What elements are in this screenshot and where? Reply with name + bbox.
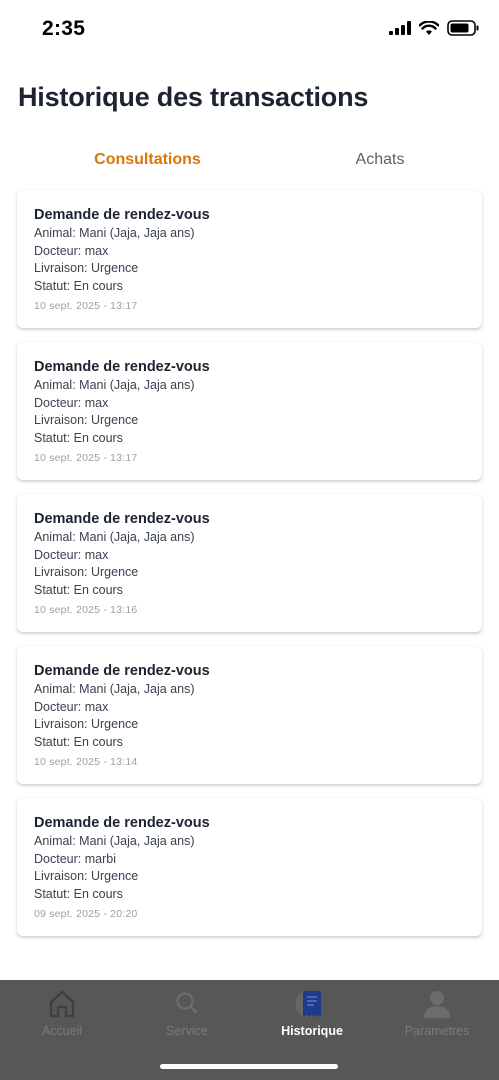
transaction-card[interactable]: Demande de rendez-vous Animal: Mani (Jaj… [17,190,482,328]
transaction-delivery: Livraison: Urgence [34,869,139,883]
transaction-date: 10 sept. 2025 - 13:17 [34,452,138,464]
transaction-date: 10 sept. 2025 - 13:16 [34,604,138,616]
transaction-delivery: Livraison: Urgence [34,261,139,275]
tab-consultations[interactable]: Consultations [60,151,235,169]
nav-label-parametres: Parametres [404,1024,470,1038]
transaction-card[interactable]: Demande de rendez-vous Animal: Mani (Jaj… [17,342,482,480]
transaction-status: Statut: En cours [34,278,123,293]
nav-item-service[interactable]: Service [125,988,249,1038]
transaction-animal: Animal: Mani (Jaja, Jaja ans) [34,378,195,392]
transaction-doctor: Docteur: max [34,243,109,258]
transaction-doctor: Docteur: marbi [34,851,116,866]
transaction-status: Statut: En cours [34,430,123,445]
transaction-status: Statut: En cours [34,734,123,749]
nav-item-accueil[interactable]: Accueil [0,988,124,1038]
transaction-date: 09 sept. 2025 - 20:20 [34,908,138,920]
transaction-delivery: Livraison: Urgence [34,565,139,579]
status-bar: 2:35 [0,0,499,60]
home-indicator[interactable] [160,1064,338,1069]
transaction-doctor: Docteur: max [34,699,109,714]
tab-achats[interactable]: Achats [300,151,460,169]
transaction-title: Demande de rendez-vous [34,511,210,527]
page-title: Historique des transactions [18,82,369,112]
signal-icon [389,21,411,40]
transaction-doctor: Docteur: max [34,547,109,562]
transaction-list: Demande de rendez-vous Animal: Mani (Jaj… [17,190,482,950]
transaction-animal: Animal: Mani (Jaja, Jaja ans) [34,834,195,848]
transaction-doctor: Docteur: max [34,395,109,410]
nav-item-parametres[interactable]: Parametres [375,988,499,1038]
transaction-status: Statut: En cours [34,886,123,901]
transaction-animal: Animal: Mani (Jaja, Jaja ans) [34,226,195,240]
search-icon [125,988,249,1020]
transaction-delivery: Livraison: Urgence [34,413,139,427]
transaction-title: Demande de rendez-vous [34,207,210,223]
transaction-date: 10 sept. 2025 - 13:14 [34,756,138,768]
nav-label-historique: Historique [281,1024,343,1038]
transaction-title: Demande de rendez-vous [34,815,210,831]
nav-label-accueil: Accueil [41,1024,83,1038]
status-icons [389,19,479,41]
transaction-card[interactable]: Demande de rendez-vous Animal: Mani (Jaj… [17,646,482,784]
nav-item-historique[interactable]: Historique [250,988,374,1038]
battery-icon [447,20,479,41]
transaction-title: Demande de rendez-vous [34,663,210,679]
home-icon [0,988,124,1020]
person-icon [375,988,499,1020]
transaction-delivery: Livraison: Urgence [34,717,139,731]
transaction-animal: Animal: Mani (Jaja, Jaja ans) [34,530,195,544]
transaction-title: Demande de rendez-vous [34,359,210,375]
wifi-icon [418,19,440,41]
transaction-card[interactable]: Demande de rendez-vous Animal: Mani (Jaj… [17,798,482,936]
transaction-status: Statut: En cours [34,582,123,597]
status-time: 2:35 [42,17,86,40]
receipt-icon [250,988,374,1020]
transaction-animal: Animal: Mani (Jaja, Jaja ans) [34,682,195,696]
transaction-date: 10 sept. 2025 - 13:17 [34,300,138,312]
transaction-card[interactable]: Demande de rendez-vous Animal: Mani (Jaj… [17,494,482,632]
nav-label-service: Service [166,1024,208,1038]
